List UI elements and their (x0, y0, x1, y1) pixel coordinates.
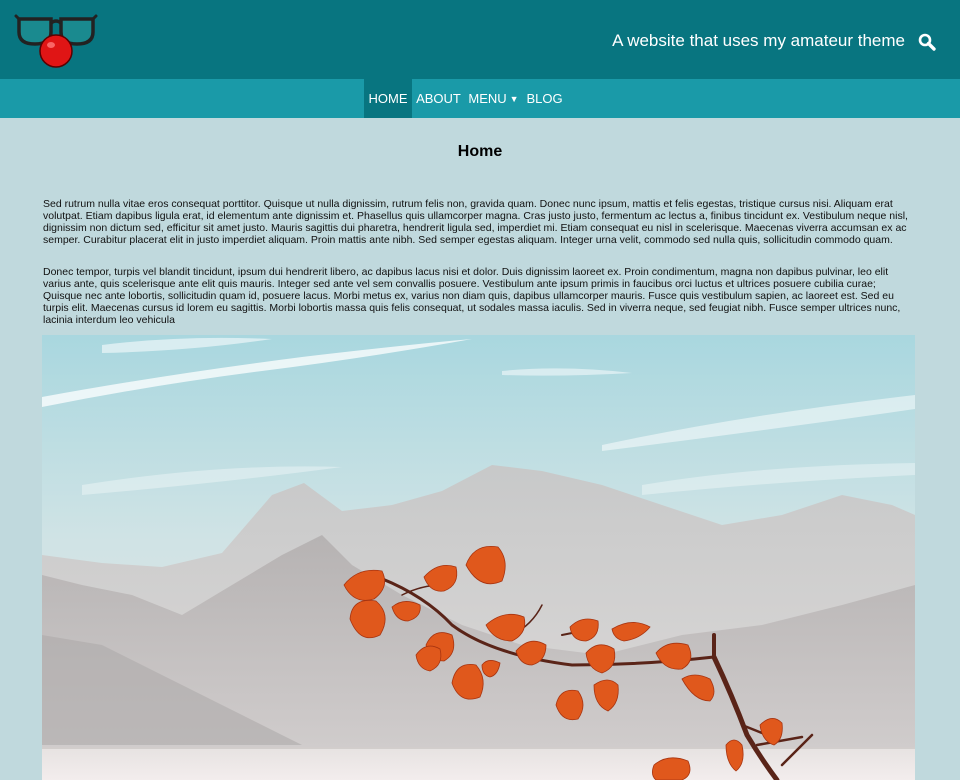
nav-item-menu-label: MENU (468, 91, 507, 106)
nav-item-menu[interactable]: MENU ▼ (465, 79, 522, 118)
site-header: A website that uses my amateur theme (0, 0, 960, 79)
nav-item-blog-label: BLOG (526, 91, 563, 106)
nav-item-about[interactable]: ABOUT (412, 79, 465, 118)
content-paragraph: Sed rutrum nulla vitae eros consequat po… (43, 198, 908, 246)
page-title: Home (457, 143, 503, 160)
main-nav: HOME ABOUT MENU ▼ BLOG (0, 79, 960, 118)
nav-item-about-label: ABOUT (416, 91, 461, 106)
nav-item-blog[interactable]: BLOG (522, 79, 567, 118)
content-paragraph: Donec tempor, turpis vel blandit tincidu… (43, 266, 901, 326)
search-icon[interactable] (917, 32, 937, 52)
clown-glasses-nose-icon[interactable] (14, 10, 98, 70)
nav-item-home[interactable]: HOME (364, 79, 412, 118)
nav-item-home-label: HOME (368, 91, 408, 106)
site-tagline: A website that uses my amateur theme (612, 31, 905, 50)
hero-image (42, 335, 915, 780)
caret-down-icon: ▼ (509, 94, 519, 104)
